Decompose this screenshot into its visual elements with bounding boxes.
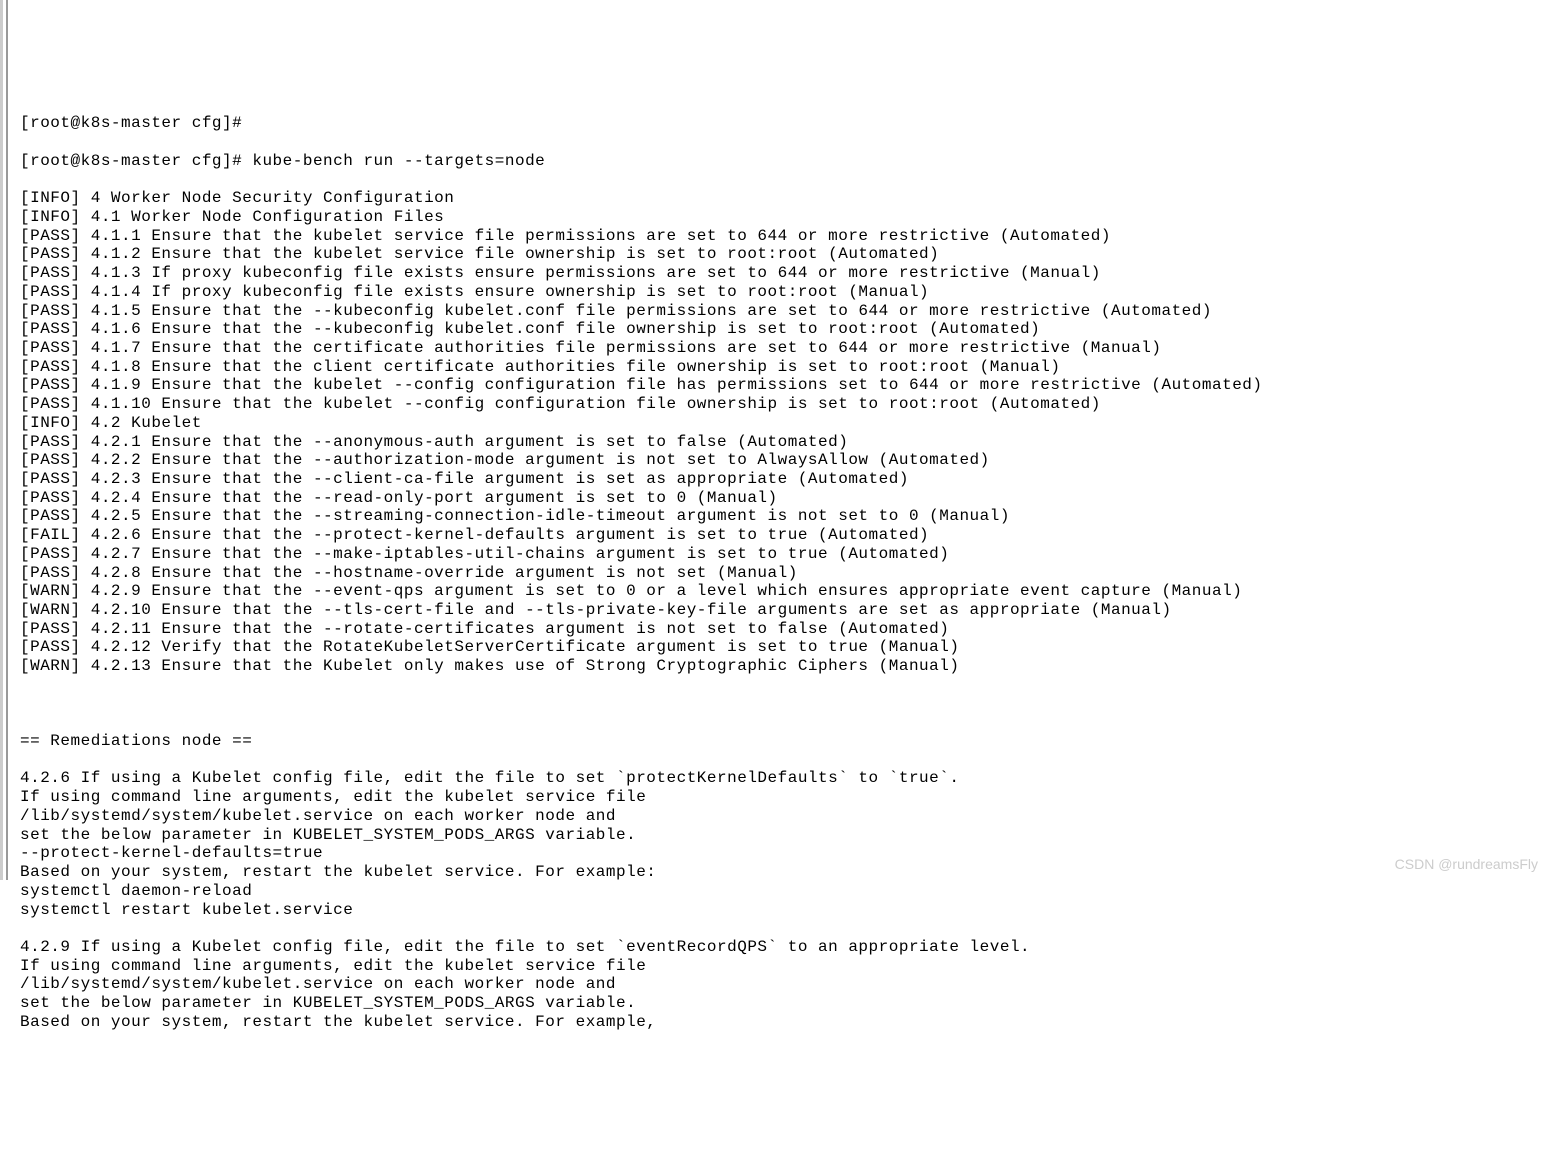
check-result-line: [WARN] 4.2.9 Ensure that the --event-qps… [20,582,1554,601]
blank-line [20,695,1554,714]
check-result-line: [PASS] 4.1.4 If proxy kubeconfig file ex… [20,283,1554,302]
remediation-line: /lib/systemd/system/kubelet.service on e… [20,975,1554,994]
terminal-command: [root@k8s-master cfg]# kube-bench run --… [20,152,1554,171]
check-result-line: [INFO] 4.1 Worker Node Configuration Fil… [20,208,1554,227]
check-result-line: [PASS] 4.2.8 Ensure that the --hostname-… [20,564,1554,583]
remediation-line: systemctl daemon-reload [20,882,1554,901]
check-result-line: [WARN] 4.2.13 Ensure that the Kubelet on… [20,657,1554,676]
remediation-line: Based on your system, restart the kubele… [20,1013,1554,1032]
watermark-text: CSDN @rundreamsFly [1395,856,1538,872]
check-result-line: [PASS] 4.2.12 Verify that the RotateKube… [20,638,1554,657]
check-result-line: [PASS] 4.1.5 Ensure that the --kubeconfi… [20,302,1554,321]
remediation-line: 4.2.6 If using a Kubelet config file, ed… [20,769,1554,788]
check-result-line: [PASS] 4.2.5 Ensure that the --streaming… [20,507,1554,526]
kube-bench-checks: [INFO] 4 Worker Node Security Configurat… [20,189,1554,676]
remediation-line: --protect-kernel-defaults=true [20,844,1554,863]
remediations-text: 4.2.6 If using a Kubelet config file, ed… [20,769,1554,1031]
remediations-header: == Remediations node == [20,732,1554,751]
scrollbar-track[interactable] [0,0,8,880]
remediation-line: If using command line arguments, edit th… [20,788,1554,807]
remediation-line: Based on your system, restart the kubele… [20,863,1554,882]
check-result-line: [PASS] 4.2.2 Ensure that the --authoriza… [20,451,1554,470]
check-result-line: [INFO] 4 Worker Node Security Configurat… [20,189,1554,208]
check-result-line: [PASS] 4.2.1 Ensure that the --anonymous… [20,433,1554,452]
remediation-line: systemctl restart kubelet.service [20,901,1554,920]
remediation-line [20,919,1554,938]
terminal-output: [root@k8s-master cfg]# [root@k8s-master … [20,96,1554,1051]
remediation-line: If using command line arguments, edit th… [20,957,1554,976]
check-result-line: [PASS] 4.2.4 Ensure that the --read-only… [20,489,1554,508]
terminal-prompt: [root@k8s-master cfg]# [20,114,1554,133]
check-result-line: [WARN] 4.2.10 Ensure that the --tls-cert… [20,601,1554,620]
remediation-line: set the below parameter in KUBELET_SYSTE… [20,994,1554,1013]
check-result-line: [PASS] 4.1.2 Ensure that the kubelet ser… [20,245,1554,264]
check-result-line: [FAIL] 4.2.6 Ensure that the --protect-k… [20,526,1554,545]
check-result-line: [PASS] 4.2.11 Ensure that the --rotate-c… [20,620,1554,639]
check-result-line: [PASS] 4.2.7 Ensure that the --make-ipta… [20,545,1554,564]
check-result-line: [PASS] 4.1.3 If proxy kubeconfig file ex… [20,264,1554,283]
check-result-line: [PASS] 4.2.3 Ensure that the --client-ca… [20,470,1554,489]
check-result-line: [PASS] 4.1.1 Ensure that the kubelet ser… [20,227,1554,246]
check-result-line: [PASS] 4.1.9 Ensure that the kubelet --c… [20,376,1554,395]
remediation-line: set the below parameter in KUBELET_SYSTE… [20,826,1554,845]
check-result-line: [PASS] 4.1.8 Ensure that the client cert… [20,358,1554,377]
remediation-line: /lib/systemd/system/kubelet.service on e… [20,807,1554,826]
check-result-line: [PASS] 4.1.6 Ensure that the --kubeconfi… [20,320,1554,339]
check-result-line: [PASS] 4.1.7 Ensure that the certificate… [20,339,1554,358]
check-result-line: [PASS] 4.1.10 Ensure that the kubelet --… [20,395,1554,414]
remediation-line: 4.2.9 If using a Kubelet config file, ed… [20,938,1554,957]
check-result-line: [INFO] 4.2 Kubelet [20,414,1554,433]
